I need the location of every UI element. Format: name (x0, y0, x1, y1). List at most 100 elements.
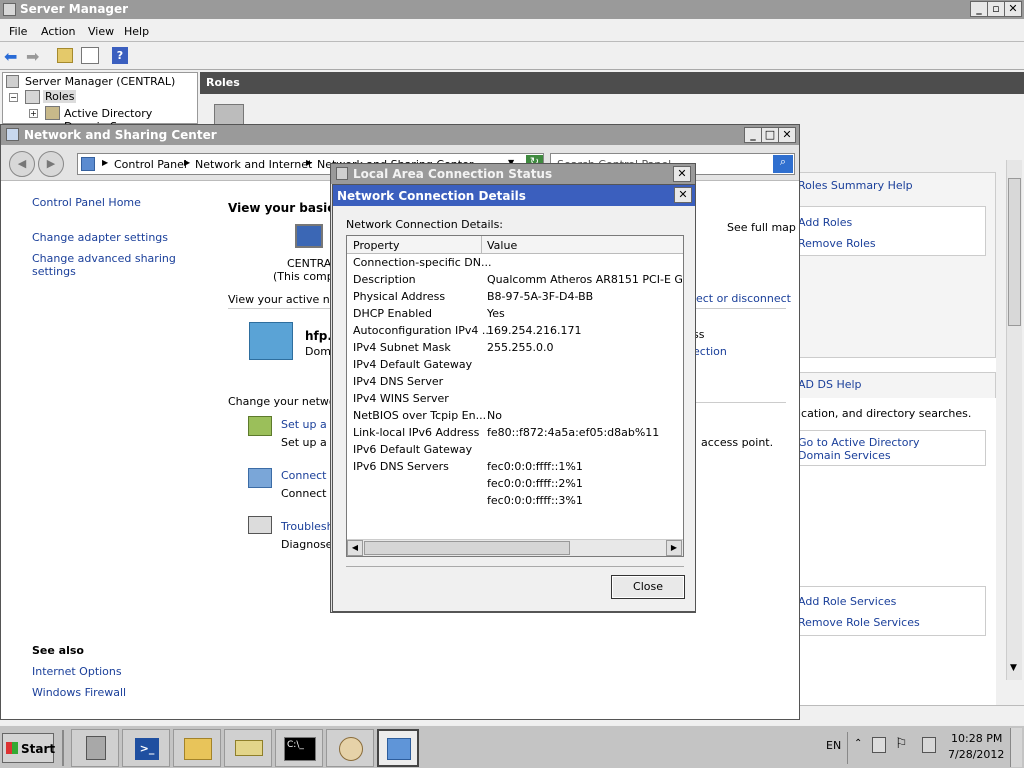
taskbar-cmd[interactable]: C:\_ (275, 729, 323, 767)
lacs-close-button[interactable]: ✕ (673, 166, 691, 182)
action-center-flag-icon[interactable]: ⚐ (895, 736, 908, 752)
breadcrumb-control-panel[interactable]: Control Panel (114, 158, 187, 171)
details-titlebar[interactable]: Network Connection Details ✕ (333, 185, 695, 206)
show-hidden-icons[interactable]: ⌃ (854, 738, 862, 749)
scrollbar-thumb[interactable] (1008, 178, 1021, 326)
start-button[interactable]: Start (2, 733, 55, 763)
clock-date[interactable]: 7/28/2012 (948, 748, 1004, 761)
forward-icon[interactable]: ➡ (26, 47, 39, 66)
menu-view[interactable]: View (88, 25, 114, 38)
lacs-app-icon (336, 167, 348, 180)
remove-roles-link[interactable]: Remove Roles (798, 237, 876, 250)
connect-network-link[interactable]: Connect t (281, 469, 334, 482)
connect-network-desc: Connect o (281, 487, 337, 500)
ad-ds-help-link[interactable]: AD DS Help (798, 378, 862, 391)
troubleshoot-link[interactable]: Troublesh (281, 520, 334, 533)
speaker-icon[interactable] (922, 737, 936, 753)
taskbar-paint[interactable] (326, 729, 374, 767)
nsc-minimize-button[interactable]: _ (744, 127, 762, 143)
nsc-back-button[interactable]: ◀ (9, 151, 35, 177)
setup-connection-link[interactable]: Set up a n (281, 418, 337, 431)
show-hide-tree-icon[interactable] (81, 47, 99, 64)
table-row[interactable]: Autoconfiguration IPv4 ... 169.254.216.17… (347, 324, 683, 341)
up-folder-icon[interactable] (57, 48, 73, 63)
restore-button[interactable]: ▫ (987, 1, 1005, 17)
server-manager-titlebar[interactable]: Server Manager _ ▫ ✕ (0, 0, 1024, 19)
listview-header: Property Value (347, 236, 683, 254)
go-ad-link[interactable]: Go to Active Directory Domain Services (798, 436, 948, 462)
table-row[interactable]: fec0:0:0:ffff::2%1 (347, 477, 683, 494)
nsc-forward-button[interactable]: ▶ (38, 151, 64, 177)
tree-roles[interactable]: Roles (43, 90, 77, 103)
table-row[interactable]: DHCP Enabled Yes (347, 307, 683, 324)
clock-time[interactable]: 10:28 PM (951, 732, 1002, 745)
breadcrumb-sep-icon[interactable]: ▶ (306, 158, 312, 167)
change-advanced-sharing-link[interactable]: Change advanced sharing settings (32, 252, 211, 278)
details-listview[interactable]: Property Value Connection-specific DN...… (346, 235, 684, 557)
hscroll-thumb[interactable] (364, 541, 570, 555)
breadcrumb-sep-icon[interactable]: ▶ (102, 158, 108, 167)
table-row[interactable]: Connection-specific DN... (347, 256, 683, 273)
details-close-button[interactable]: ✕ (674, 187, 692, 203)
taskbar-app4[interactable] (224, 729, 272, 767)
search-icon[interactable]: ⌕ (773, 155, 793, 173)
breadcrumb-network-internet[interactable]: Network and Internet (195, 158, 312, 171)
collapse-icon[interactable]: − (9, 93, 18, 102)
scroll-right-icon[interactable]: ▶ (666, 540, 682, 556)
lacs-titlebar[interactable]: Local Area Connection Status ✕ (331, 164, 695, 184)
server-manager-scrollbar[interactable]: ▼ (1006, 160, 1022, 680)
remove-role-services-link[interactable]: Remove Role Services (798, 616, 920, 629)
close-dialog-label: Close (633, 580, 663, 593)
scroll-left-icon[interactable]: ◀ (347, 540, 363, 556)
show-desktop-button[interactable] (1010, 728, 1022, 767)
nsc-left-nav: Control Panel Home Change adapter settin… (1, 182, 211, 719)
windows-firewall-link[interactable]: Windows Firewall (32, 686, 126, 699)
taskbar-explorer[interactable] (173, 729, 221, 767)
breadcrumb-sep-icon[interactable]: ▶ (184, 158, 190, 167)
table-row[interactable]: IPv4 WINS Server (347, 392, 683, 409)
table-row[interactable]: IPv4 DNS Server (347, 375, 683, 392)
listview-hscrollbar[interactable]: ◀ ▶ (347, 539, 683, 556)
table-row[interactable]: fec0:0:0:ffff::3%1 (347, 494, 683, 511)
row-value: No (487, 409, 502, 422)
table-row[interactable]: IPv4 Default Gateway (347, 358, 683, 375)
table-row[interactable]: Description Qualcomm Atheros AR8151 PCI-E… (347, 273, 683, 290)
close-dialog-button[interactable]: Close (611, 575, 685, 599)
taskbar-control-panel[interactable] (377, 729, 419, 767)
table-row[interactable]: Link-local IPv6 Address fe80::f872:4a5a:e… (347, 426, 683, 443)
close-button[interactable]: ✕ (1004, 1, 1022, 17)
language-indicator[interactable]: EN (826, 739, 841, 752)
help-icon[interactable]: ? (112, 47, 128, 64)
menu-action[interactable]: Action (41, 25, 75, 38)
table-row[interactable]: IPv4 Subnet Mask 255.255.0.0 (347, 341, 683, 358)
minimize-button[interactable]: _ (970, 1, 988, 17)
menu-help[interactable]: Help (124, 25, 149, 38)
control-panel-home-link[interactable]: Control Panel Home (32, 196, 141, 209)
menu-file[interactable]: File (9, 25, 27, 38)
connect-disconnect-link[interactable]: nect or disconnect (689, 292, 791, 305)
roles-summary-help-link[interactable]: Roles Summary Help (798, 179, 913, 192)
nsc-titlebar[interactable]: Network and Sharing Center _ □ ✕ (1, 125, 799, 145)
local-area-connection-link[interactable]: ection (693, 345, 727, 358)
tree-root[interactable]: Server Manager (CENTRAL) (25, 75, 175, 88)
table-row[interactable]: IPv6 Default Gateway (347, 443, 683, 460)
network-tray-icon[interactable] (872, 737, 886, 753)
back-icon[interactable]: ⬅ (4, 47, 17, 66)
add-role-services-link[interactable]: Add Role Services (798, 595, 896, 608)
internet-options-link[interactable]: Internet Options (32, 665, 122, 678)
expand-icon[interactable]: + (29, 109, 38, 118)
taskbar-powershell[interactable]: >_ (122, 729, 170, 767)
table-row[interactable]: NetBIOS over Tcpip En... No (347, 409, 683, 426)
nsc-maximize-button[interactable]: □ (761, 127, 779, 143)
column-property[interactable]: Property (353, 239, 400, 252)
scroll-down-icon[interactable]: ▼ (1010, 663, 1017, 673)
taskbar-server-manager[interactable] (71, 729, 119, 767)
table-row[interactable]: Physical Address B8-97-5A-3F-D4-BB (347, 290, 683, 307)
nsc-close-button[interactable]: ✕ (778, 127, 796, 143)
column-divider[interactable] (481, 236, 482, 253)
column-value[interactable]: Value (487, 239, 517, 252)
change-adapter-settings-link[interactable]: Change adapter settings (32, 231, 168, 244)
add-roles-link[interactable]: Add Roles (798, 216, 852, 229)
table-row[interactable]: IPv6 DNS Servers fec0:0:0:ffff::1%1 (347, 460, 683, 477)
see-full-map-link[interactable]: See full map (727, 221, 796, 234)
